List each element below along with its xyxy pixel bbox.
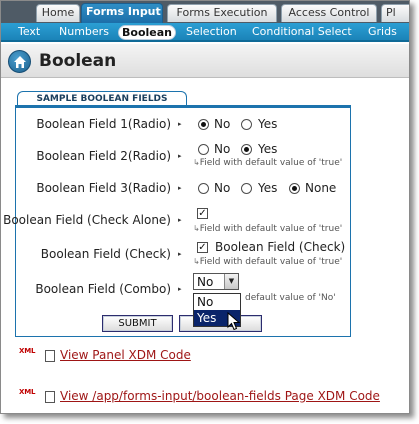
view-panel-xdm-link[interactable]: View Panel XDM Code [60,348,191,362]
app-window: Home Forms Input Forms Execution Access … [0,0,410,414]
subtab-selection[interactable]: Selection [183,25,240,40]
subtab-numbers[interactable]: Numbers [56,25,112,40]
main-tab-bar: Home Forms Input Forms Execution Access … [1,1,409,23]
combo-option-no[interactable]: No [194,294,240,310]
hint-arrow-icon: ↳ [193,158,200,167]
field1-arrow-icon: ▸ [178,120,182,128]
check-checkbox[interactable]: ✓ [197,242,208,253]
home-icon[interactable] [8,50,31,73]
field3-arrow-icon: ▸ [178,184,182,192]
tab-forms-input-label: Forms Input [86,5,161,18]
field2-radio-no[interactable] [198,144,209,155]
subtab-text[interactable]: Text [15,25,43,40]
subtab-grids-label: Grids [368,25,397,38]
field1-radio-no[interactable] [198,119,209,130]
field2-arrow-icon: ▸ [178,152,182,160]
check-alone-hint-text: Field with default value of 'true' [199,224,343,234]
combo-arrow-icon: ▸ [178,285,182,293]
check-label: Boolean Field (Check) [40,247,171,261]
field3-label: Boolean Field 3(Radio) [36,181,171,195]
document-icon [45,391,55,403]
combo-value: No [197,275,214,289]
field1-label: Boolean Field 1(Radio) [36,117,171,131]
subtab-conditional-select[interactable]: Conditional Select [249,25,355,40]
field1-option-yes: Yes [258,117,278,131]
chevron-down-icon[interactable]: ▼ [224,274,238,289]
check-alone-arrow-icon: ▸ [178,216,182,224]
tab-home-label: Home [41,6,75,19]
field2-option-no: No [214,142,231,156]
subtab-numbers-label: Numbers [59,25,109,38]
field2-radio-yes[interactable] [241,144,252,155]
tab-home[interactable]: Home [36,4,80,22]
tab-access-control[interactable]: Access Control [281,4,377,22]
check-alone-label: Boolean Field (Check Alone) [3,213,171,227]
combo-label: Boolean Field (Combo) [35,282,171,296]
field3-radio-no[interactable] [198,183,209,194]
tab-forms-input[interactable]: Forms Input [81,3,163,23]
tab-forms-execution[interactable]: Forms Execution [167,4,277,22]
field2-hint-text: Field with default value of 'true' [199,158,343,168]
check-arrow-icon: ▸ [178,250,182,258]
field3-radio-yes[interactable] [241,183,252,194]
tab-access-control-label: Access Control [288,6,370,19]
field2-hint: ↳Field with default value of 'true' [193,158,342,168]
hint-arrow-icon: ↳ [193,224,200,233]
page-title: Boolean [39,51,117,71]
field2-option-yes: Yes [258,142,278,156]
submit-button[interactable]: SUBMIT [102,315,173,332]
check-hint: ↳Field with default value of 'true' [193,257,342,267]
subtab-boolean[interactable]: Boolean [118,25,176,40]
field3-option-none: None [305,181,337,195]
subtab-conditional-select-label: Conditional Select [252,25,352,38]
page-header: Boolean [1,44,409,78]
mouse-cursor-icon [227,312,241,331]
check-alone-checkbox[interactable]: ✓ [197,208,208,219]
field1-radio-yes[interactable] [241,119,252,130]
check-caption: Boolean Field (Check) [215,240,346,254]
subtab-text-label: Text [18,25,41,38]
hint-arrow-icon: ↳ [193,257,200,266]
tab-pl[interactable]: Pl [381,4,409,22]
combo-hint: default value of 'No' [245,293,336,303]
check-hint-text: Field with default value of 'true' [199,257,343,267]
field1-option-no: No [214,117,231,131]
field2-label: Boolean Field 2(Radio) [36,149,171,163]
subtab-grids[interactable]: Grids [365,25,400,40]
check-alone-hint: ↳Field with default value of 'true' [193,224,342,234]
tab-pl-label: Pl [386,6,396,19]
view-page-xdm-link[interactable]: View /app/forms-input/boolean-fields Pag… [60,389,380,403]
xml-badge-icon: XML [19,388,36,396]
field3-radio-none[interactable] [289,183,300,194]
xml-badge-icon: XML [19,347,36,355]
combo-select[interactable]: No ▼ [193,273,239,290]
sub-tab-bar: Text Numbers Boolean Selection Condition… [1,23,409,42]
subtab-selection-label: Selection [186,25,237,38]
document-icon [45,350,55,362]
subtab-boolean-label: Boolean [122,26,172,39]
field3-option-no: No [214,181,231,195]
tab-forms-execution-label: Forms Execution [176,6,268,19]
field3-option-yes: Yes [258,181,278,195]
